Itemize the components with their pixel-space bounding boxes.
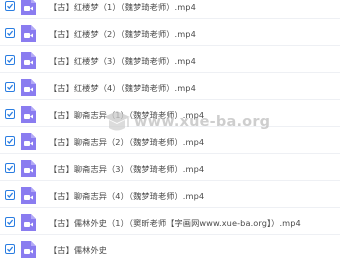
list-item[interactable]: 【古】聊斋志异（4）（魏梦琦老师）.mp4 [0, 183, 340, 208]
checkmark-icon [7, 219, 14, 225]
checkbox[interactable] [5, 136, 15, 146]
video-file-icon [21, 106, 36, 123]
checkmark-icon [7, 111, 14, 117]
video-file-icon [21, 0, 36, 15]
list-item[interactable]: 【古】儒林外史（1）（窦昕老师【字画网www.xue-ba.org】）.mp4 [0, 210, 340, 235]
list-item[interactable]: 【古】聊斋志异（3）（魏梦琦老师）.mp4 [0, 156, 340, 181]
file-name: 【古】红楼梦（3）（魏梦琦老师）.mp4 [49, 56, 196, 66]
file-name: 【古】红楼梦（2）（魏梦琦老师）.mp4 [49, 29, 196, 39]
file-name: 【古】红楼梦（1）（魏梦琦老师）.mp4 [49, 2, 196, 12]
video-file-icon [21, 52, 36, 69]
list-item[interactable]: 【古】红楼梦（2）（魏梦琦老师）.mp4 [0, 21, 340, 46]
checkbox[interactable] [5, 82, 15, 92]
checkbox[interactable] [5, 1, 15, 11]
checkbox[interactable] [5, 244, 15, 254]
file-name: 【古】聊斋志异（3）（魏梦琦老师）.mp4 [49, 164, 205, 174]
checkbox[interactable] [5, 55, 15, 65]
list-item[interactable]: 【古】红楼梦（3）（魏梦琦老师）.mp4 [0, 48, 340, 73]
list-item[interactable]: 【古】红楼梦（1）（魏梦琦老师）.mp4 [0, 0, 340, 19]
checkmark-icon [7, 57, 14, 63]
video-file-icon [21, 25, 36, 42]
checkbox[interactable] [5, 190, 15, 200]
video-file-icon [21, 79, 36, 96]
checkmark-icon [7, 30, 14, 36]
checkmark-icon [7, 165, 14, 171]
file-name: 【古】儒林外史（1）（窦昕老师【字画网www.xue-ba.org】）.mp4 [49, 218, 301, 228]
video-file-icon [21, 214, 36, 231]
file-name: 【古】儒林外史 [49, 245, 108, 255]
checkbox[interactable] [5, 217, 15, 227]
checkbox[interactable] [5, 163, 15, 173]
video-file-icon [21, 187, 36, 204]
file-list: 【古】红楼梦（1）（魏梦琦老师）.mp4 【古】红楼梦（2）（魏梦琦老师）.mp… [0, 0, 340, 258]
checkbox[interactable] [5, 109, 15, 119]
checkbox[interactable] [5, 28, 15, 38]
watermark-text: www.xue-ba.org [134, 114, 271, 130]
file-name: 【古】红楼梦（4）（魏梦琦老师）.mp4 [49, 83, 196, 93]
video-file-icon [21, 160, 36, 177]
video-file-icon [21, 133, 36, 150]
checkmark-icon [7, 192, 14, 198]
checkmark-icon [7, 138, 14, 144]
file-name: 【古】聊斋志异（4）（魏梦琦老师）.mp4 [49, 191, 205, 201]
list-item[interactable]: 【古】红楼梦（4）（魏梦琦老师）.mp4 [0, 75, 340, 100]
video-file-icon [21, 241, 36, 258]
checkmark-icon [7, 84, 14, 90]
list-item[interactable]: 【古】儒林外史 [0, 237, 340, 261]
checkmark-icon [7, 3, 14, 9]
